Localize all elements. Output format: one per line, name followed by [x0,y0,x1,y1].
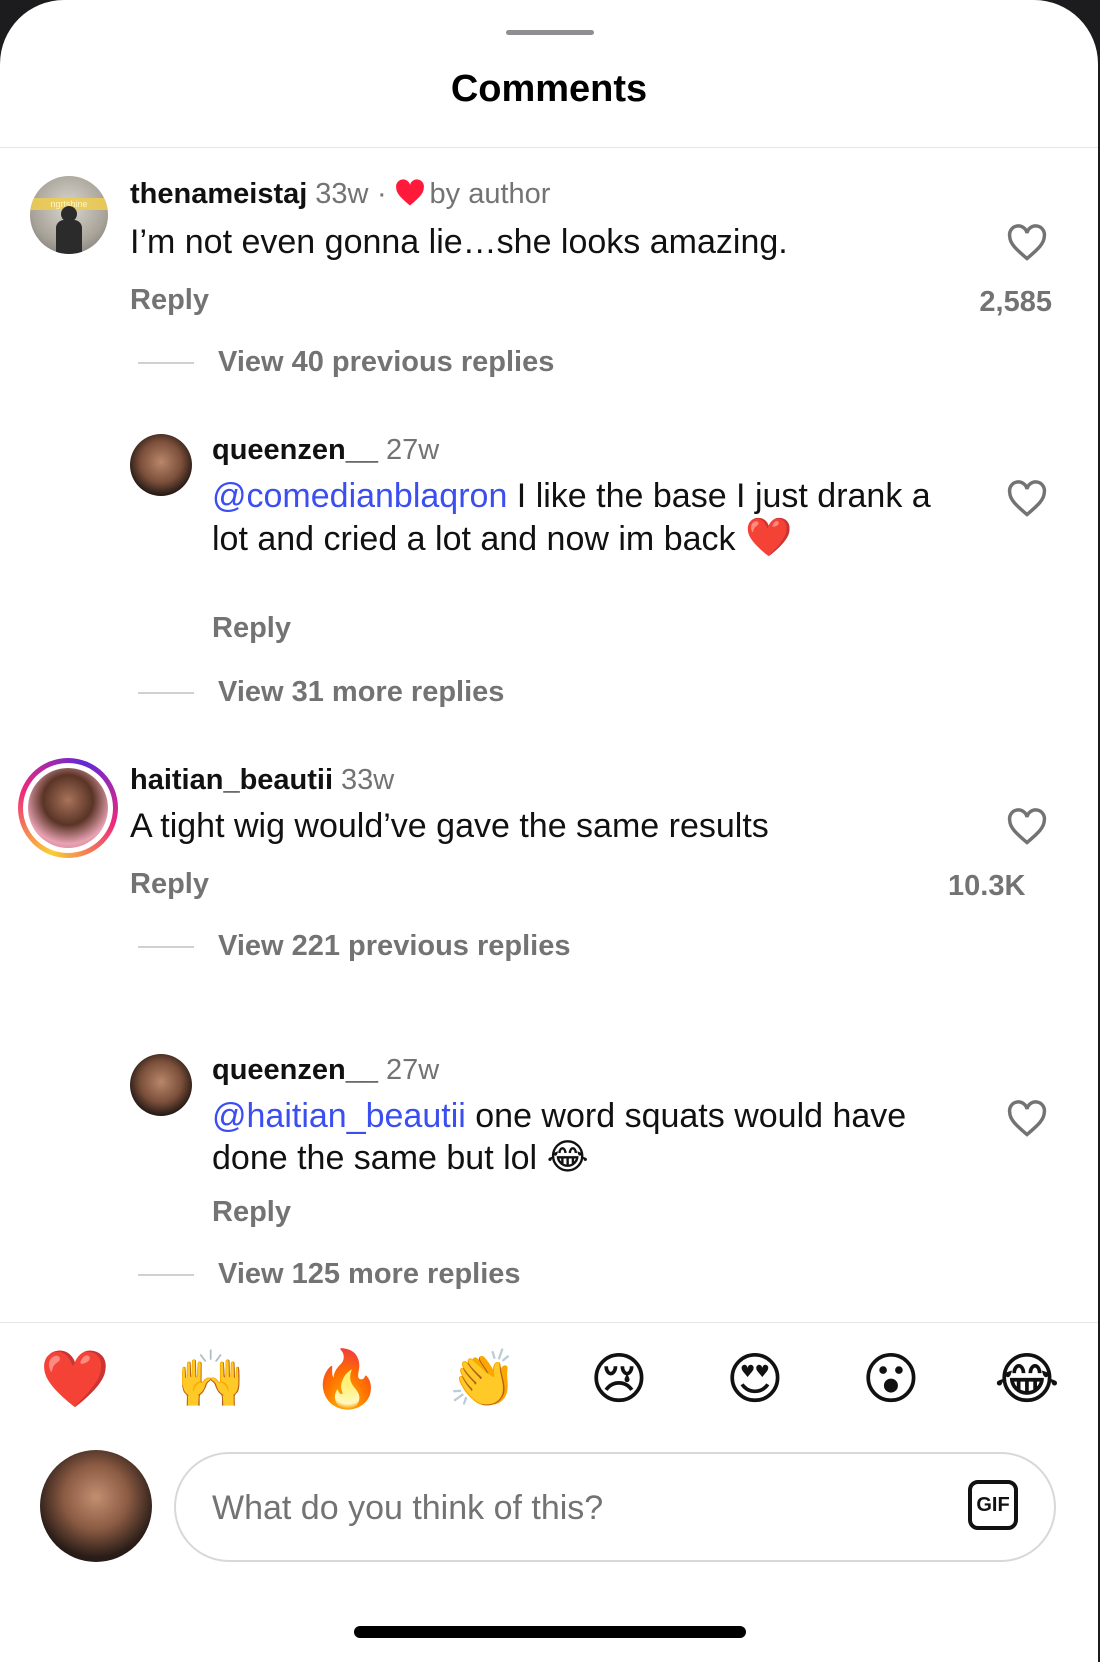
author-like-label: by author [429,178,551,210]
avatar[interactable]: ngrtshine [30,176,108,254]
gif-button[interactable]: GIF [968,1480,1018,1530]
comment-text: I’m not even gonna lie…she looks amazing… [130,223,788,261]
reaction-clap[interactable]: 👏 [448,1345,518,1415]
reply-button[interactable]: Reply [130,284,209,317]
comment-thenameistaj: ngrtshine thenameistaj 33w · by author I’… [0,148,1098,398]
view-replies-button[interactable]: View 221 previous replies [138,930,571,963]
reaction-raised-hands[interactable]: 🙌 [176,1345,246,1415]
reply-button[interactable]: Reply [212,612,291,645]
story-ring-avatar[interactable] [18,758,118,858]
comment-queenzen-reply-2: queenzen__ 27w @haitian_beautii one word … [0,1048,1098,1322]
timestamp: 33w [315,178,369,210]
thread-line [138,361,194,364]
avatar[interactable] [130,434,192,496]
mention-link[interactable]: @comedianblaqron [212,477,507,515]
author-heart-icon [396,179,425,206]
comments-list[interactable]: ngrtshine thenameistaj 33w · by author I’… [0,148,1098,1322]
comment-meta: haitian_beautii 33w [130,764,394,797]
heart-emoji: ❤️ [744,515,793,559]
timestamp: 33w [341,764,395,796]
reaction-surprised[interactable]: 😮 [856,1345,926,1415]
view-replies-label: View 40 previous replies [218,346,555,378]
footer-divider [0,1322,1098,1323]
username[interactable]: queenzen__ [212,434,378,466]
meta-separator: · [376,178,387,210]
like-count[interactable]: 10.3K [948,870,1058,903]
comment-text: A tight wig would’ve gave the same resul… [130,807,769,845]
quick-reactions-bar: ❤️ 🙌 🔥 👏 😢 😍 😮 😂 [0,1345,1098,1419]
like-heart-icon[interactable] [1006,808,1048,846]
thread-line [138,945,194,948]
reaction-laughing[interactable]: 😂 [992,1345,1062,1415]
thread-line [138,1273,194,1276]
view-replies-label: View 31 more replies [218,676,505,708]
comment-queenzen-reply-1: queenzen__ 27w @comedianblaqron I like th… [0,428,1098,728]
sheet-title: Comments [450,68,648,110]
reaction-heart[interactable]: ❤️ [40,1345,110,1415]
comment-meta: thenameistaj 33w · by author [130,178,550,211]
timestamp: 27w [386,1054,440,1086]
avatar[interactable] [130,1054,192,1116]
reaction-fire[interactable]: 🔥 [312,1345,382,1415]
comment-meta: queenzen__ 27w [212,434,439,467]
current-user-avatar[interactable] [40,1450,152,1562]
username[interactable]: haitian_beautii [130,764,333,796]
view-replies-button[interactable]: View 40 previous replies [138,346,554,379]
reply-button[interactable]: Reply [130,868,209,901]
reaction-crying[interactable]: 😢 [584,1345,654,1415]
comment-meta: queenzen__ 27w [212,1054,439,1087]
thread-line [138,691,194,694]
like-count[interactable]: 2,585 [932,286,1052,319]
like-heart-icon[interactable] [1006,480,1048,518]
username[interactable]: thenameistaj [130,178,307,210]
like-heart-icon[interactable] [1006,1100,1048,1138]
comment-input[interactable] [210,1482,914,1534]
comment-composer[interactable]: GIF [174,1452,1056,1562]
reply-button[interactable]: Reply [212,1196,291,1229]
view-replies-button[interactable]: View 125 more replies [138,1258,521,1291]
comment-text: @comedianblaqron I like the base I just … [212,476,932,560]
comment-haitian-beautii: haitian_beautii 33w A tight wig would’ve … [0,758,1098,1018]
username[interactable]: queenzen__ [212,1054,378,1086]
home-indicator [354,1626,746,1638]
mention-link[interactable]: @haitian_beautii [212,1097,466,1135]
avatar-figure-body [56,220,82,254]
reaction-heart-eyes[interactable]: 😍 [720,1345,790,1415]
view-replies-label: View 221 previous replies [218,930,571,962]
avatar-photo [28,768,108,848]
view-replies-label: View 125 more replies [218,1258,521,1290]
timestamp: 27w [386,434,440,466]
comment-text: @haitian_beautii one word squats would h… [212,1096,912,1179]
view-replies-button[interactable]: View 31 more replies [138,676,504,709]
like-heart-icon[interactable] [1006,224,1048,262]
laughing-emoji: 😂 [546,1137,589,1178]
drag-handle[interactable] [506,30,594,35]
comments-sheet: Comments ngrtshine thenameistaj 33w · by … [0,0,1098,1662]
